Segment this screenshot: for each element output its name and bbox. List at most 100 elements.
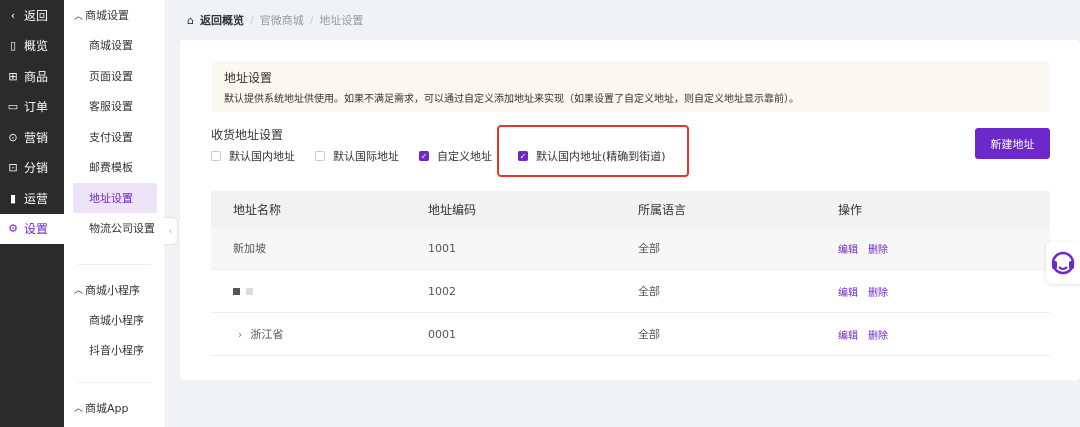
sub-item-address-settings[interactable]: 地址设置 [73, 182, 157, 213]
chevron-right-icon[interactable]: › [238, 328, 242, 341]
back-arrow-icon: ‹ [10, 8, 16, 22]
table-row: 1002 全部 编辑 删除 [211, 270, 1050, 313]
sub-divider [78, 263, 151, 265]
cell-name: 新加坡 [233, 242, 266, 255]
breadcrumb-current: 地址设置 [319, 14, 364, 27]
goods-icon: ⊞ [8, 69, 18, 83]
header-language: 所属语言 [638, 202, 687, 217]
option-default-domestic[interactable]: 默认国内地址 [211, 148, 295, 164]
sub-item-page-settings[interactable]: 页面设置 [64, 61, 157, 92]
collapse-sidebar-handle[interactable]: ‹ [164, 217, 178, 245]
nav-item-distribution[interactable]: ⊡ 分销 [0, 153, 64, 184]
nav-label: 设置 [24, 222, 49, 237]
nav-label: 分销 [24, 161, 49, 176]
distribution-icon: ⊡ [8, 161, 18, 175]
nav-item-settings[interactable]: ⚙ 设置 [0, 213, 64, 244]
nav-label: 运营 [24, 191, 49, 206]
option-label: 自定义地址 [437, 150, 492, 163]
main-nav: ‹ 返回 ▯ 概览 ⊞ 商品 ▭ 订单 ⊙ 营销 ⊡ 分销 ▮ 运营 ⚙ 设置 [0, 0, 64, 427]
nav-item-orders[interactable]: ▭ 订单 [0, 92, 64, 123]
sub-group-label: 商城App [85, 401, 129, 415]
option-label: 默认国际地址 [333, 150, 399, 163]
cell-language: 全部 [638, 285, 660, 298]
sub-group-mini-program[interactable]: ︿ 商城小程序 [64, 275, 165, 305]
nav-item-operation[interactable]: ▮ 运营 [0, 183, 64, 214]
home-icon: ⌂ [187, 13, 194, 27]
breadcrumb-separator: / [249, 13, 254, 27]
sub-nav: ︿ 商城设置 商城设置 页面设置 客服设置 支付设置 邮费模板 地址设置 物流公司… [64, 0, 166, 427]
chevron-left-icon: ‹ [168, 225, 173, 237]
option-label: 默认国内地址(精确到街道) [536, 150, 666, 163]
marketing-icon: ⊙ [8, 130, 18, 144]
table-header: 地址名称 地址编码 所属语言 操作 [211, 191, 1050, 227]
sub-item-logistics-settings[interactable]: 物流公司设置 [64, 213, 157, 244]
sub-item-mall-settings[interactable]: 商城设置 [64, 30, 157, 61]
checkbox-icon[interactable] [315, 151, 325, 161]
overview-icon: ▯ [9, 39, 17, 53]
sub-group-label: 商城设置 [85, 9, 130, 22]
new-address-button[interactable]: 新建地址 [975, 128, 1050, 159]
cell-name: › 浙江省 [211, 326, 405, 342]
notice-description: 默认提供系统地址供使用。如果不满足需求，可以通过自定义添加地址来实现（如果设置了… [224, 94, 799, 105]
sub-item-douyin-mini-program[interactable]: 抖音小程序 [64, 335, 157, 366]
edit-link[interactable]: 编辑 [838, 288, 858, 299]
order-icon: ▭ [7, 100, 19, 114]
notice-title: 地址设置 [224, 71, 273, 85]
breadcrumb-home[interactable]: 返回概览 [200, 12, 244, 28]
settings-icon: ⚙ [8, 222, 18, 236]
cell-name [211, 285, 405, 298]
cell-language: 全部 [638, 328, 660, 341]
nav-item-back[interactable]: ‹ 返回 [0, 0, 64, 31]
nav-item-goods[interactable]: ⊞ 商品 [0, 61, 64, 92]
receive-address-title: 收货地址设置 [211, 128, 284, 142]
sub-item-mall-mini-program[interactable]: 商城小程序 [64, 305, 157, 336]
nav-label: 营销 [24, 130, 49, 145]
receive-address-options: 默认国内地址 默认国际地址 ✓ 自定义地址 ✓ 默认国内地址(精确到街道) [211, 148, 686, 164]
sub-group-mall-settings[interactable]: ︿ 商城设置 [64, 0, 165, 30]
table-row: 新加坡 1001 全部 编辑 删除 [211, 227, 1050, 270]
nav-item-overview[interactable]: ▯ 概览 [0, 31, 64, 62]
sub-item-payment-settings[interactable]: 支付设置 [64, 122, 157, 153]
cell-actions: 编辑 删除 [825, 241, 1050, 256]
breadcrumb-separator: / [309, 13, 314, 27]
address-settings-card: 地址设置 默认提供系统地址供使用。如果不满足需求，可以通过自定义添加地址来实现（… [180, 40, 1080, 380]
checkbox-icon[interactable] [211, 151, 221, 161]
header-code: 地址编码 [428, 202, 477, 217]
edit-link[interactable]: 编辑 [838, 331, 858, 342]
chevron-up-icon: ︿ [74, 286, 84, 296]
header-actions: 操作 [838, 202, 863, 217]
cell-code: 1002 [428, 284, 456, 298]
breadcrumb: ⌂ 返回概览 / 官微商城 / 地址设置 [187, 12, 363, 28]
sub-item-service-settings[interactable]: 客服设置 [64, 91, 157, 122]
breadcrumb-level1[interactable]: 官微商城 [260, 12, 304, 28]
edit-link[interactable]: 编辑 [838, 245, 858, 256]
nav-item-marketing[interactable]: ⊙ 营销 [0, 122, 64, 153]
nav-label: 商品 [24, 69, 49, 84]
option-label: 默认国内地址 [229, 150, 295, 163]
delete-link[interactable]: 删除 [868, 331, 888, 342]
operation-icon: ▮ [9, 191, 17, 205]
headset-icon [1051, 251, 1075, 275]
cell-actions: 编辑 删除 [825, 284, 1050, 299]
checkbox-checked-icon[interactable]: ✓ [419, 151, 429, 161]
sub-item-shipping-template[interactable]: 邮费模板 [64, 152, 157, 183]
address-notice: 地址设置 默认提供系统地址供使用。如果不满足需求，可以通过自定义添加地址来实现（… [212, 62, 1050, 112]
cell-code: 1001 [428, 241, 456, 255]
nav-label: 订单 [24, 100, 49, 115]
header-name: 地址名称 [233, 202, 282, 217]
nav-label: 返回 [24, 8, 49, 23]
sub-group-label: 商城小程序 [85, 283, 141, 297]
sub-group-mall-app[interactable]: ︿ 商城App [64, 393, 165, 423]
delete-link[interactable]: 删除 [868, 288, 888, 299]
customer-service-float[interactable] [1046, 242, 1080, 284]
option-default-domestic-street[interactable]: ✓ 默认国内地址(精确到街道) [518, 148, 666, 164]
chevron-up-icon: ︿ [74, 11, 84, 22]
sub-divider [78, 381, 151, 383]
cell-actions: 编辑 删除 [825, 327, 1050, 342]
checkbox-checked-icon[interactable]: ✓ [518, 151, 528, 161]
option-default-international[interactable]: 默认国际地址 [315, 148, 399, 164]
flag-icon [233, 287, 253, 295]
chevron-up-icon: ︿ [74, 404, 84, 414]
option-custom-address[interactable]: ✓ 自定义地址 [419, 148, 492, 164]
delete-link[interactable]: 删除 [868, 245, 888, 256]
